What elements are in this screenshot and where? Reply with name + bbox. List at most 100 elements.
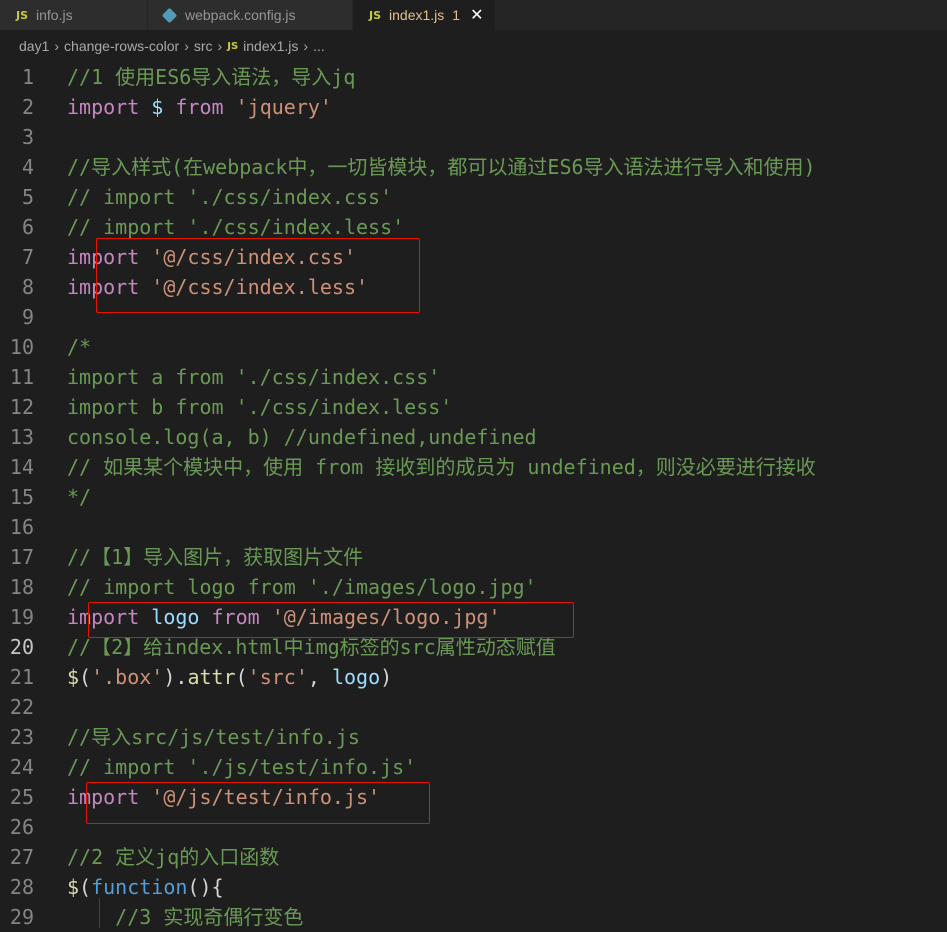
breadcrumb-item[interactable]: index1.js [243,38,298,54]
tab-webpack-config-js[interactable]: webpack.config.js [148,0,353,30]
code-line[interactable]: 14 // 如果某个模块中，使用 from 接收到的成员为 undefined，则… [0,452,947,482]
line-number: 18 [9,575,34,599]
tab-info-js[interactable]: JS info.js [0,0,148,30]
code-token: // import logo from './images/logo.jpg' [67,575,537,599]
breadcrumb-item[interactable]: change-rows-color [64,38,179,54]
line-number: 10 [9,335,34,359]
code-line[interactable]: 15 */ [0,482,947,512]
line-number: 27 [9,845,34,869]
highlight-box-info-import [86,782,430,824]
line-number: 14 [9,455,34,479]
code-token: (){ [187,875,224,899]
code-token: $ [67,665,80,689]
breadcrumb-item[interactable]: ... [313,38,325,54]
code-line[interactable]: 21 $('.box').attr('src', logo) [0,662,947,692]
code-text: //1 使用ES6导入语法，导入jq [67,62,355,92]
code-editor[interactable]: 1 //1 使用ES6导入语法，导入jq 2 import $ from 'jquer… [0,62,947,932]
tab-label: index1.js [389,7,445,23]
line-number: 26 [9,815,34,839]
code-line[interactable]: 13 console.log(a, b) //undefined,undefine… [0,422,947,452]
close-icon[interactable]: ✕ [470,5,483,25]
webpack-config-icon [161,7,178,23]
code-token: /* [67,335,92,359]
code-text: //2 定义jq的入口函数 [67,842,279,872]
code-token: from [175,95,224,119]
highlight-box-logo-import [88,602,574,638]
js-file-icon: JS [369,8,382,22]
code-token: //1 使用ES6导入语法，导入jq [67,65,356,89]
code-line[interactable]: 17 //【1】导入图片，获取图片文件 [0,542,947,572]
line-number: 3 [21,125,34,149]
code-line[interactable]: 18 // import logo from './images/logo.jpg… [0,572,947,602]
highlight-box-css-imports [96,238,420,313]
code-token: import a from './css/index.css' [67,365,441,389]
code-token: ( [79,665,92,689]
code-line[interactable]: 11 import a from './css/index.css' [0,362,947,392]
code-line[interactable]: 28 $(function(){ [0,872,947,902]
code-line[interactable]: 16 [0,512,947,542]
line-number: 1 [21,65,34,89]
code-token: // import './css/index.less' [67,215,405,239]
tab-index1-js[interactable]: JS index1.js 1 ✕ [353,0,497,30]
code-token: '.box' [91,665,164,689]
line-number: 15 [9,485,34,509]
line-number: 19 [9,605,34,629]
line-number: 5 [21,185,34,209]
line-number: 24 [9,755,34,779]
code-token: //导入样式(在webpack中，一切皆模块，都可以通过ES6导入语法进行导入和… [67,155,816,179]
line-number: 7 [21,245,34,269]
chevron-right-icon: › [54,38,60,54]
code-token: , [307,665,332,689]
code-token: 'src' [247,665,308,689]
code-token: import b from './css/index.less' [67,395,453,419]
line-number: 9 [21,305,34,329]
code-line[interactable]: 22 [0,692,947,722]
code-token: 'jquery' [235,95,332,119]
code-token: attr [187,665,236,689]
code-line[interactable]: 23 //导入src/js/test/info.js [0,722,947,752]
code-text: import a from './css/index.css' [67,362,440,392]
tab-bar: JS info.js webpack.config.js JS index1.js 1 ✕ [0,0,947,30]
code-token: //【1】导入图片，获取图片文件 [67,545,364,569]
breadcrumb-item[interactable]: src [194,38,213,54]
code-text: */ [67,482,91,512]
code-text: // import logo from './images/logo.jpg' [67,572,537,602]
code-text: //导入src/js/test/info.js [67,722,360,752]
code-line[interactable]: 2 import $ from 'jquery' [0,92,947,122]
code-line[interactable]: 24 // import './js/test/info.js' [0,752,947,782]
line-number: 25 [9,785,34,809]
code-line[interactable]: 27 //2 定义jq的入口函数 [0,842,947,872]
code-line[interactable]: 5 // import './css/index.css' [0,182,947,212]
code-text: //【1】导入图片，获取图片文件 [67,542,363,572]
code-text: // import './js/test/info.js' [67,752,416,782]
code-line[interactable]: 12 import b from './css/index.less' [0,392,947,422]
line-number: 29 [9,905,34,929]
line-number: 2 [21,95,34,119]
code-text: import b from './css/index.less' [67,392,452,422]
code-line[interactable]: 29 //3 实现奇偶行变色 [0,902,947,932]
code-text: console.log(a, b) //undefined,undefined [67,422,537,452]
line-number: 11 [9,365,34,389]
code-token: $ [67,875,80,899]
breadcrumb-item[interactable]: day1 [19,38,49,54]
code-line[interactable]: 3 [0,122,947,152]
code-line[interactable]: 10 /* [0,332,947,362]
line-number: 21 [9,665,34,689]
code-token: $ [151,95,164,119]
code-text: /* [67,332,91,362]
line-number: 4 [21,155,34,179]
line-number: 20 [9,635,34,659]
code-token: // import './js/test/info.js' [67,755,417,779]
line-number: 6 [21,215,34,239]
problem-count-badge: 1 [452,7,461,23]
line-number: 28 [9,875,34,899]
code-token: import [67,95,140,119]
code-line[interactable]: 4 //导入样式(在webpack中，一切皆模块，都可以通过ES6导入语法进行导入… [0,152,947,182]
code-line[interactable]: 1 //1 使用ES6导入语法，导入jq [0,62,947,92]
tab-label: info.js [36,7,73,23]
line-number: 16 [9,515,34,539]
code-text: // 如果某个模块中，使用 from 接收到的成员为 undefined，则没必… [67,452,816,482]
